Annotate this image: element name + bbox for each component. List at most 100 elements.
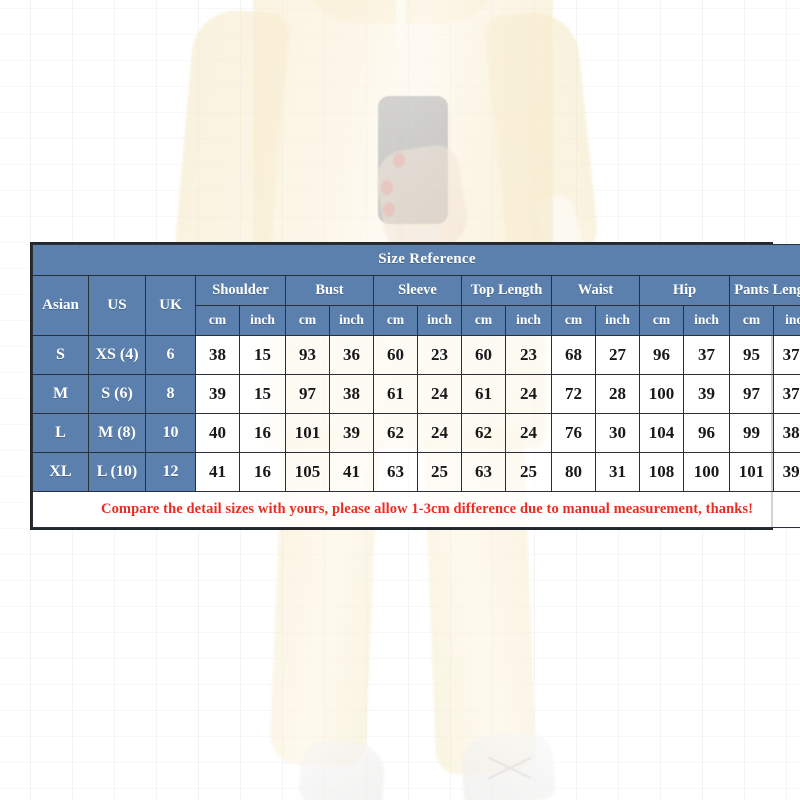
measure-cell: 104	[639, 413, 684, 453]
measure-cell: 62	[373, 413, 418, 453]
measure-cell: 16	[239, 413, 286, 453]
measure-cell: 37.1	[772, 335, 800, 375]
measure-cell: 40	[195, 413, 240, 453]
measure-cell: 39	[329, 413, 374, 453]
size-cell-uk: 8	[145, 374, 196, 414]
size-reference-table: Size Reference Asian US UK Shoulder Bust Slee…	[30, 242, 800, 530]
measure-cell: 41	[329, 452, 374, 492]
size-cell-us: S (6)	[88, 374, 146, 414]
measure-cell: 24	[505, 374, 552, 414]
measure-cell: 63	[461, 452, 506, 492]
measure-cell: 97	[285, 374, 330, 414]
measure-cell: 31	[595, 452, 640, 492]
measure-cell: 41	[195, 452, 240, 492]
unit-header-inch-7: inch	[505, 305, 552, 336]
measure-cell: 24	[505, 413, 552, 453]
measure-cell: 28	[595, 374, 640, 414]
measure-cell: 93	[285, 335, 330, 375]
measure-cell: 23	[417, 335, 462, 375]
size-cell-uk: 12	[145, 452, 196, 492]
measure-cell: 15	[239, 374, 286, 414]
measure-cell: 30	[595, 413, 640, 453]
size-cell-uk: 10	[145, 413, 196, 453]
size-cell-us: L (10)	[88, 452, 146, 492]
measure-cell: 38.6	[772, 413, 800, 453]
measure-cell: 97	[729, 374, 774, 414]
measure-cell: 39	[683, 374, 730, 414]
unit-header-inch-5: inch	[417, 305, 462, 336]
measure-cell: 62	[461, 413, 506, 453]
unit-header-cm-10: cm	[639, 305, 684, 336]
size-cell-asian: XL	[32, 452, 89, 492]
table-title: Size Reference	[31, 244, 800, 276]
measure-cell: 105	[285, 452, 330, 492]
size-table: Size Reference Asian US UK Shoulder Bust Slee…	[31, 244, 800, 528]
side-header-us: US	[88, 275, 146, 336]
unit-header-inch-9: inch	[595, 305, 640, 336]
unit-header-inch-13: inch	[772, 305, 800, 336]
measure-cell: 39.4	[772, 452, 800, 492]
measure-cell: 61	[461, 374, 506, 414]
measure-cell: 24	[417, 374, 462, 414]
side-header-asian: Asian	[32, 275, 89, 336]
table-row: MS (6)839159738612461247228100399737.8	[32, 374, 800, 414]
measure-cell: 24	[417, 413, 462, 453]
unit-header-cm-8: cm	[551, 305, 596, 336]
measure-cell: 68	[551, 335, 596, 375]
group-header-top-length: Top Length	[461, 275, 552, 306]
measure-cell: 60	[373, 335, 418, 375]
side-header-uk: UK	[145, 275, 196, 336]
group-header-shoulder: Shoulder	[195, 275, 286, 306]
size-cell-uk: 6	[145, 335, 196, 375]
size-cell-us: XS (4)	[88, 335, 146, 375]
measure-cell: 61	[373, 374, 418, 414]
size-table-body: Size Reference Asian US UK Shoulder Bust Slee…	[31, 244, 800, 528]
measure-cell: 100	[639, 374, 684, 414]
size-cell-asian: M	[32, 374, 89, 414]
measure-cell: 76	[551, 413, 596, 453]
measure-cell: 38	[195, 335, 240, 375]
group-header-waist: Waist	[551, 275, 640, 306]
measure-cell: 95	[729, 335, 774, 375]
table-title-row: Size Reference	[31, 244, 800, 276]
measure-cell: 63	[373, 452, 418, 492]
measure-cell: 100	[683, 452, 730, 492]
table-row: SXS (4)63815933660236023682796379537.1	[32, 335, 800, 375]
measure-cell: 36	[329, 335, 374, 375]
measure-cell: 25	[505, 452, 552, 492]
measure-cell: 80	[551, 452, 596, 492]
measure-cell: 27	[595, 335, 640, 375]
group-header-hip: Hip	[639, 275, 730, 306]
measure-cell: 37.8	[772, 374, 800, 414]
measure-cell: 38	[329, 374, 374, 414]
measure-cell: 60	[461, 335, 506, 375]
note-row: Compare the detail sizes with yours, ple…	[31, 491, 800, 528]
measurement-note: Compare the detail sizes with yours, ple…	[31, 491, 800, 528]
unit-header-cm-4: cm	[373, 305, 418, 336]
unit-header-inch-3: inch	[329, 305, 374, 336]
measure-cell: 37	[683, 335, 730, 375]
table-row: LM (8)10401610139622462247630104969938.6	[32, 413, 800, 453]
measure-cell: 101	[729, 452, 774, 492]
group-header-bust: Bust	[285, 275, 374, 306]
table-row: XL L (10) 12 41 16 105 41 63 25 63 25 80 31 108 100 101…	[32, 452, 800, 492]
unit-header-cm-6: cm	[461, 305, 506, 336]
measure-cell: 25	[417, 452, 462, 492]
size-cell-us: M (8)	[88, 413, 146, 453]
unit-header-cm-0: cm	[195, 305, 240, 336]
group-header-pants-length: Pants Length	[728, 275, 800, 306]
measure-cell: 101	[285, 413, 330, 453]
unit-header-inch-11: inch	[683, 305, 730, 336]
measure-cell: 16	[239, 452, 286, 492]
size-cell-asian: L	[32, 413, 89, 453]
measure-cell: 96	[639, 335, 684, 375]
measure-cell: 96	[683, 413, 730, 453]
measure-cell: 23	[505, 335, 552, 375]
unit-header-cm-2: cm	[285, 305, 330, 336]
measure-cell: 99	[729, 413, 774, 453]
measure-cell: 108	[639, 452, 684, 492]
unit-header-inch-1: inch	[239, 305, 286, 336]
unit-header-cm-12: cm	[729, 305, 774, 336]
measure-cell: 72	[551, 374, 596, 414]
measure-cell: 39	[195, 374, 240, 414]
